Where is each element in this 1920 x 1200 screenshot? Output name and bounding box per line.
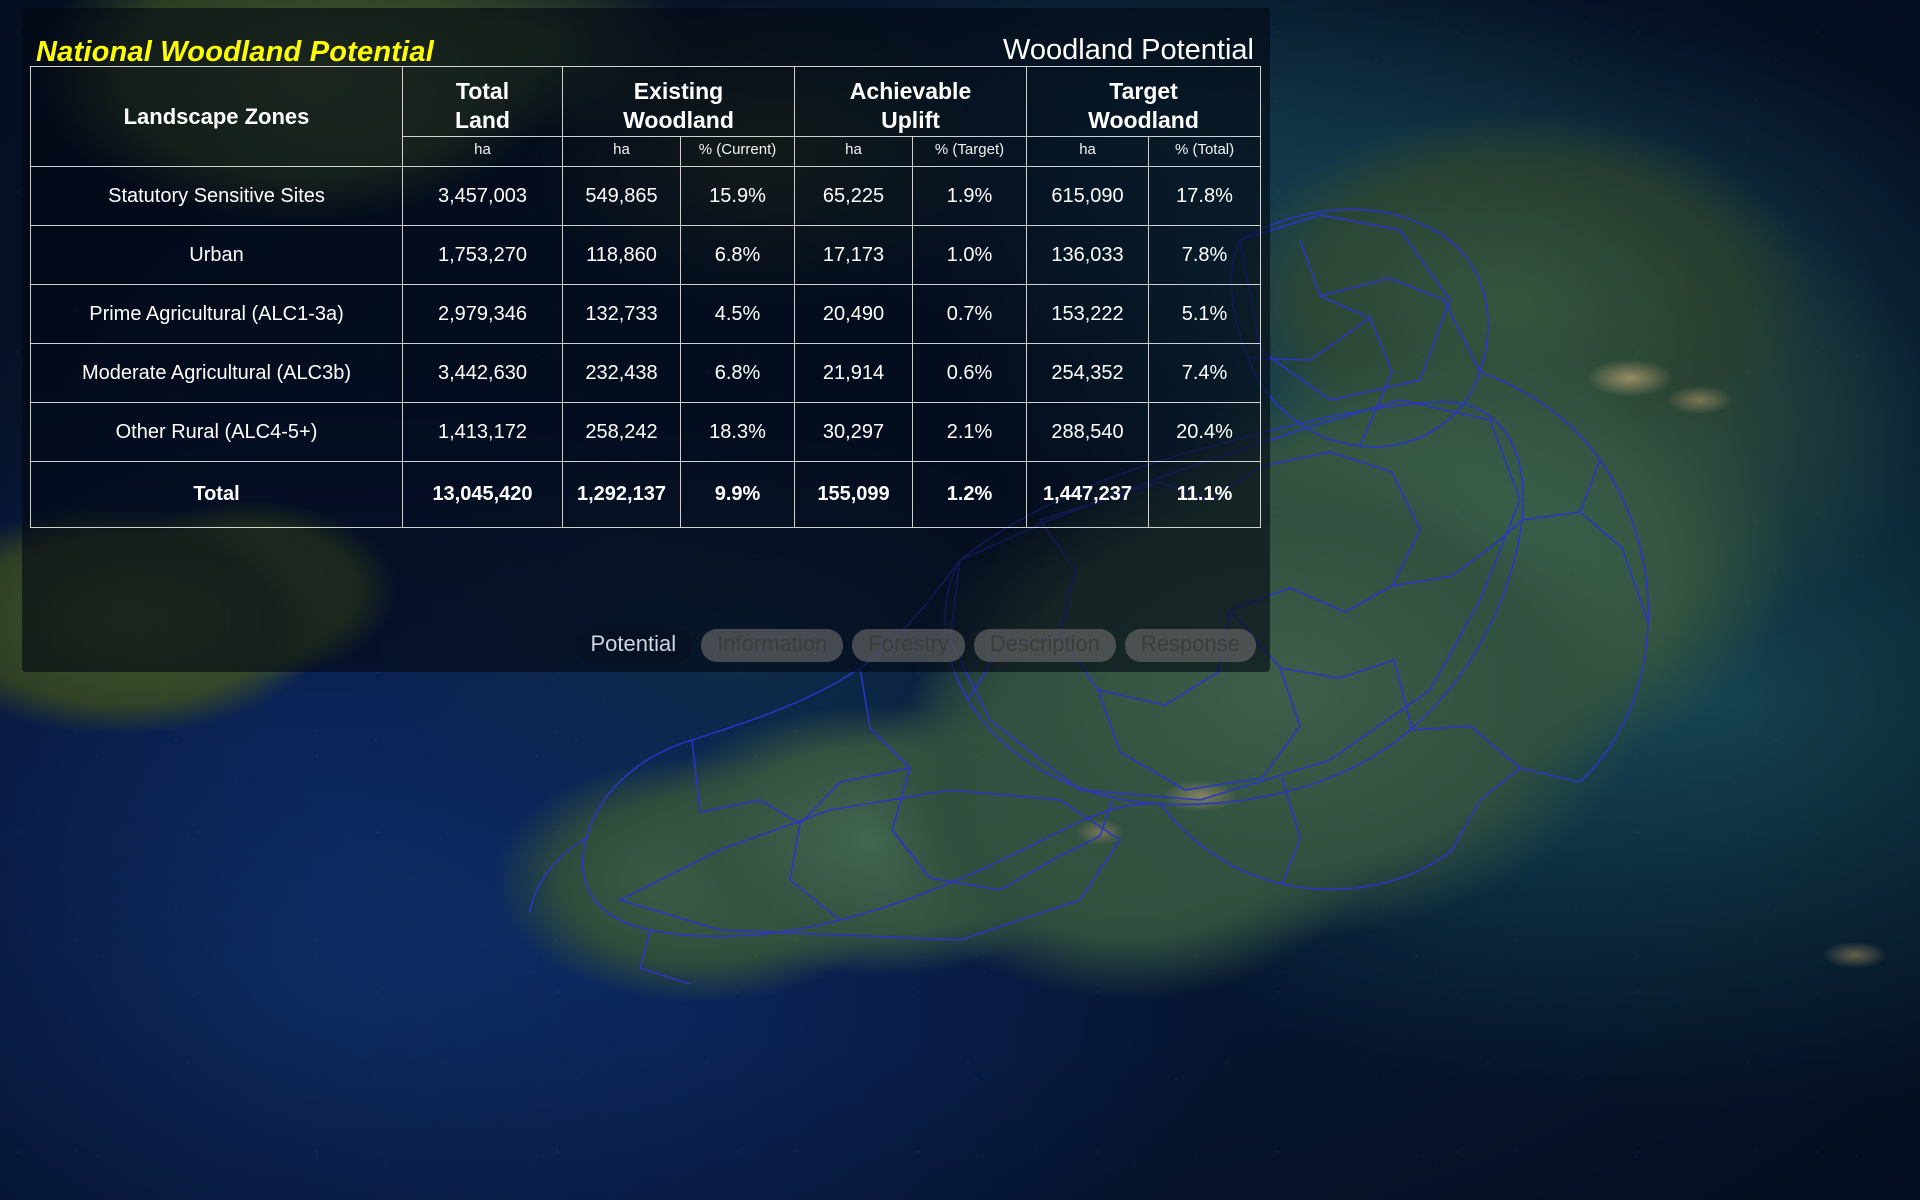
units-existing-ha: ha (562, 136, 681, 168)
cell-total-land: 13,045,420 (402, 461, 563, 529)
table-header: Landscape Zones Total Land Existing Wood… (30, 65, 1262, 168)
column-header-existing-woodland: Existing Woodland (561, 65, 796, 138)
cell-total-land: 3,457,003 (402, 166, 563, 227)
cell-existing-pct: 4.5% (679, 284, 796, 345)
cell-total-land: 1,413,172 (402, 402, 563, 463)
units-total-land-ha: ha (402, 136, 563, 168)
cell-uplift-pct: 2.1% (912, 402, 1028, 463)
cell-uplift-pct: 1.0% (912, 225, 1028, 286)
cell-target-pct: 11.1% (1148, 461, 1262, 529)
cell-target-ha: 136,033 (1026, 225, 1150, 286)
cell-uplift-ha: 65,225 (794, 166, 914, 227)
cell-existing-pct: 15.9% (679, 166, 796, 227)
cell-existing-ha: 549,865 (562, 166, 681, 227)
cell-uplift-ha: 21,914 (794, 343, 914, 404)
cell-existing-pct: 18.3% (679, 402, 796, 463)
cell-uplift-pct: 1.2% (912, 461, 1028, 529)
header-line-1: Achievable (849, 78, 972, 104)
cell-target-pct: 5.1% (1148, 284, 1262, 345)
woodland-potential-panel: National Woodland Potential Woodland Pot… (22, 8, 1270, 672)
cell-zone: Total (30, 461, 403, 529)
cell-zone: Prime Agricultural (ALC1-3a) (30, 284, 403, 345)
cell-zone: Moderate Agricultural (ALC3b) (30, 343, 403, 404)
units-target-ha: ha (1026, 136, 1150, 168)
cell-uplift-ha: 17,173 (794, 225, 914, 286)
cell-target-ha: 288,540 (1026, 402, 1150, 463)
units-existing-pct: % (Current) (679, 136, 796, 168)
units-target-pct: % (Total) (1148, 136, 1262, 168)
header-line-2: Woodland (623, 106, 734, 133)
cell-target-pct: 7.4% (1148, 343, 1262, 404)
table-total-row[interactable]: Total 13,045,420 1,292,137 9.9% 155,099 … (30, 461, 1262, 529)
cell-uplift-pct: 0.7% (912, 284, 1028, 345)
header-line-1: Target (1109, 78, 1178, 104)
woodland-potential-table: Landscape Zones Total Land Existing Wood… (30, 65, 1262, 529)
cell-total-land: 3,442,630 (402, 343, 563, 404)
table-row[interactable]: Moderate Agricultural (ALC3b) 3,442,630 … (30, 343, 1262, 404)
tab-bar: Potential Information Forestry Descripti… (30, 629, 1262, 662)
cell-target-ha: 153,222 (1026, 284, 1150, 345)
column-header-landscape-zones: Landscape Zones (30, 65, 403, 168)
tab-forestry[interactable]: Forestry (852, 629, 965, 662)
panel-subtitle: Woodland Potential (1003, 34, 1254, 66)
table-row[interactable]: Prime Agricultural (ALC1-3a) 2,979,346 1… (30, 284, 1262, 345)
cell-uplift-ha: 20,490 (794, 284, 914, 345)
cell-existing-ha: 118,860 (562, 225, 681, 286)
cell-target-ha: 615,090 (1026, 166, 1150, 227)
cell-uplift-pct: 1.9% (912, 166, 1028, 227)
units-uplift-pct: % (Target) (912, 136, 1028, 168)
tab-potential[interactable]: Potential (574, 629, 693, 662)
cell-total-land: 2,979,346 (402, 284, 563, 345)
header-line-1: Total (455, 78, 510, 104)
table-body: Statutory Sensitive Sites 3,457,003 549,… (30, 166, 1262, 529)
header-line-2: Uplift (881, 106, 940, 133)
cell-existing-ha: 258,242 (562, 402, 681, 463)
cell-existing-ha: 1,292,137 (562, 461, 681, 529)
table-row[interactable]: Other Rural (ALC4-5+) 1,413,172 258,242 … (30, 402, 1262, 463)
column-header-total-land: Total Land (402, 65, 563, 138)
cell-total-land: 1,753,270 (402, 225, 563, 286)
cell-zone: Urban (30, 225, 403, 286)
table-row[interactable]: Statutory Sensitive Sites 3,457,003 549,… (30, 166, 1262, 227)
cell-existing-pct: 6.8% (679, 343, 796, 404)
units-uplift-ha: ha (794, 136, 914, 168)
column-header-target-woodland: Target Woodland (1026, 65, 1262, 138)
header-row-groups: Landscape Zones Total Land Existing Wood… (30, 65, 1262, 168)
page-title: National Woodland Potential (36, 36, 434, 68)
cell-target-ha: 254,352 (1026, 343, 1150, 404)
tab-description[interactable]: Description (973, 629, 1116, 662)
cell-zone: Statutory Sensitive Sites (30, 166, 403, 227)
cell-uplift-ha: 155,099 (794, 461, 914, 529)
tab-response[interactable]: Response (1124, 629, 1256, 662)
table-row[interactable]: Urban 1,753,270 118,860 6.8% 17,173 1.0%… (30, 225, 1262, 286)
cell-target-ha: 1,447,237 (1026, 461, 1150, 529)
cell-existing-pct: 6.8% (679, 225, 796, 286)
cell-zone: Other Rural (ALC4-5+) (30, 402, 403, 463)
cell-target-pct: 7.8% (1148, 225, 1262, 286)
header-line-2: Woodland (1088, 106, 1199, 133)
tab-information[interactable]: Information (701, 629, 844, 662)
column-header-achievable-uplift: Achievable Uplift (794, 65, 1028, 138)
cell-existing-ha: 132,733 (562, 284, 681, 345)
cell-uplift-ha: 30,297 (794, 402, 914, 463)
header-line-2: Land (455, 106, 510, 133)
cell-target-pct: 17.8% (1148, 166, 1262, 227)
cell-target-pct: 20.4% (1148, 402, 1262, 463)
cell-uplift-pct: 0.6% (912, 343, 1028, 404)
cell-existing-pct: 9.9% (679, 461, 796, 529)
header-line-1: Existing (633, 78, 724, 104)
cell-existing-ha: 232,438 (562, 343, 681, 404)
